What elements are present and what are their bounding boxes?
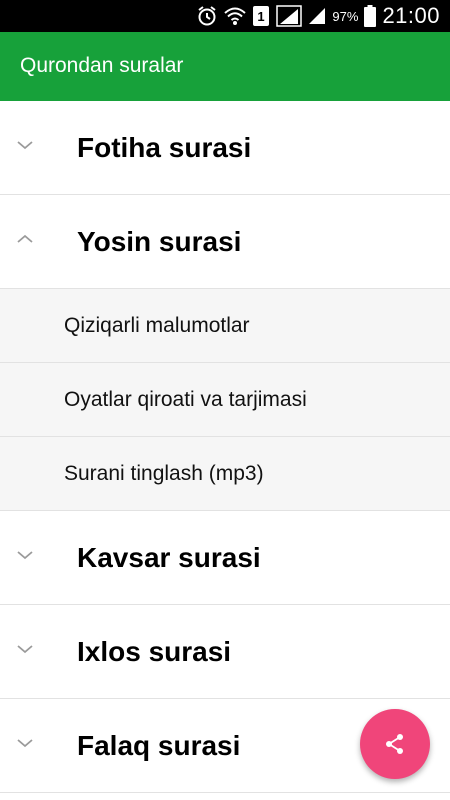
wifi-icon bbox=[224, 6, 247, 26]
status-time: 21:00 bbox=[382, 3, 440, 28]
group-title: Yosin surasi bbox=[77, 225, 242, 257]
group-header-yosin[interactable]: Yosin surasi bbox=[0, 195, 450, 289]
group-header-fotiha[interactable]: Fotiha surasi bbox=[0, 101, 450, 195]
battery-percent: 97% bbox=[332, 8, 359, 24]
share-button[interactable] bbox=[360, 709, 430, 779]
child-item-tinglash[interactable]: Surani tinglash (mp3) bbox=[0, 437, 450, 511]
group-title: Falaq surasi bbox=[77, 729, 241, 761]
chevron-up-icon bbox=[17, 234, 33, 243]
group-title: Kavsar surasi bbox=[77, 541, 261, 573]
group-header-ixlos[interactable]: Ixlos surasi bbox=[0, 605, 450, 699]
child-label: Qiziqarli malumotlar bbox=[64, 313, 250, 337]
child-label: Surani tinglash (mp3) bbox=[64, 461, 264, 485]
child-item-malumotlar[interactable]: Qiziqarli malumotlar bbox=[0, 289, 450, 363]
sim-label: 1 bbox=[258, 9, 265, 24]
share-icon bbox=[386, 734, 403, 754]
child-label: Oyatlar qiroati va tarjimasi bbox=[64, 387, 307, 411]
status-bar: 1 97% 21:00 bbox=[0, 0, 450, 32]
group-header-kavsar[interactable]: Kavsar surasi bbox=[0, 511, 450, 605]
chevron-down-icon bbox=[17, 141, 33, 150]
signal-icon bbox=[276, 5, 303, 27]
group-title: Ixlos surasi bbox=[77, 635, 232, 667]
child-item-oyatlar[interactable]: Oyatlar qiroati va tarjimasi bbox=[0, 363, 450, 437]
status-icons: 1 97% 21:00 bbox=[196, 0, 440, 32]
sim-icon: 1 bbox=[252, 5, 270, 27]
signal-icon bbox=[308, 7, 326, 25]
alarm-icon bbox=[196, 5, 218, 27]
app-title: Qurondan suralar bbox=[20, 54, 184, 77]
chevron-down-icon bbox=[17, 739, 33, 748]
chevron-down-icon bbox=[17, 551, 33, 560]
surah-list: Fotiha surasi Yosin surasi Qiziqarli mal… bbox=[0, 101, 450, 793]
app-bar: Qurondan suralar bbox=[0, 32, 450, 101]
battery-icon bbox=[364, 5, 377, 27]
group-title: Fotiha surasi bbox=[77, 131, 252, 163]
chevron-down-icon bbox=[17, 645, 33, 654]
